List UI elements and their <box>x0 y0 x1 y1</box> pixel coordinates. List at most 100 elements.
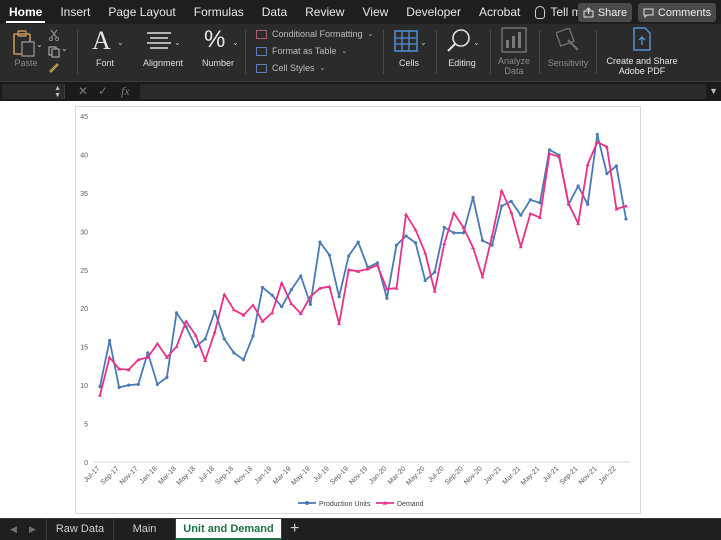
x-tick-label: Jan-21 <box>483 465 503 485</box>
data-point <box>155 382 159 386</box>
percent-icon: % <box>204 26 226 53</box>
legend-marker <box>305 501 309 505</box>
analyze-data-label: Analyze Data <box>494 56 534 76</box>
ribbon-divider <box>245 30 246 74</box>
cut-icon[interactable] <box>48 29 60 41</box>
data-point <box>414 241 418 245</box>
cell-styles-button[interactable]: Cell Styles ⌄ <box>256 63 325 73</box>
data-point <box>347 254 351 258</box>
comments-button[interactable]: Comments <box>638 3 716 22</box>
magnifier-icon <box>447 29 470 52</box>
copy-icon[interactable] <box>48 46 60 58</box>
tab-data[interactable]: Data <box>253 0 296 24</box>
data-point <box>509 199 513 203</box>
copy-chevron-icon[interactable]: ⌄ <box>61 44 68 53</box>
data-point <box>203 337 207 341</box>
editing-button[interactable]: Editing <box>442 24 482 81</box>
name-box[interactable]: ▲ ▼ <box>2 84 65 99</box>
format-painter-icon[interactable] <box>48 62 60 74</box>
data-point <box>499 188 504 193</box>
chevron-down-icon: ⌄ <box>341 48 348 55</box>
line-chart: 051015202530354045Jul-17Sep-17Nov-17 Jan-… <box>80 114 630 508</box>
tab-insert[interactable]: Insert <box>51 0 99 24</box>
sheet-tab-raw-data[interactable]: Raw Data <box>46 519 114 540</box>
worksheet: 0 5 10 15 20 25 30 35 40 45 Jul-17 Sep-17 Nov-17 Jan-… <box>0 101 721 518</box>
comments-label: Comments <box>657 6 712 19</box>
alignment-button[interactable]: Alignment <box>138 24 188 81</box>
data-point <box>547 148 552 152</box>
x-tick-label: May-18 <box>176 465 198 487</box>
cells-icon <box>394 30 418 52</box>
insert-function-icon[interactable]: fx <box>121 84 130 99</box>
conditional-formatting-button[interactable]: Conditional Formatting ⌄ <box>256 29 373 39</box>
tab-view[interactable]: View <box>353 0 397 24</box>
data-point <box>117 385 121 390</box>
data-point <box>222 337 226 341</box>
up-arrow-icon: ▲ <box>54 85 61 92</box>
y-tick-label: 10 <box>80 383 88 390</box>
data-point <box>423 278 427 283</box>
tab-home[interactable]: Home <box>0 0 51 24</box>
data-point <box>270 293 274 297</box>
sensitivity-icon <box>556 28 579 51</box>
x-tick-label: Mar-19 <box>272 465 293 486</box>
data-point <box>146 351 150 355</box>
formula-input[interactable] <box>140 84 706 99</box>
cells-chevron-icon[interactable]: ⌄ <box>420 38 427 47</box>
data-point <box>337 295 341 299</box>
tab-formulas[interactable]: Formulas <box>185 0 253 24</box>
data-point <box>165 375 169 380</box>
data-point <box>624 217 628 221</box>
data-point <box>452 231 456 235</box>
cancel-icon[interactable]: ✕ <box>78 84 88 98</box>
paste-chevron-icon[interactable]: ⌄ <box>36 40 43 49</box>
formula-bar: ▲ ▼ ✕ ✓ fx ▼ <box>0 81 721 101</box>
alignment-chevron-icon[interactable]: ⌄ <box>174 38 181 47</box>
create-adobe-pdf-button[interactable]: Create and Share Adobe PDF <box>603 24 681 81</box>
data-point <box>251 334 255 338</box>
cells-button[interactable]: Cells <box>390 24 428 81</box>
editing-chevron-icon[interactable]: ⌄ <box>473 38 480 47</box>
data-point <box>356 240 360 244</box>
number-chevron-icon[interactable]: ⌄ <box>232 38 239 47</box>
legend-label: Production Units <box>319 501 371 508</box>
y-tick-label: 5 <box>84 422 88 429</box>
tab-review[interactable]: Review <box>296 0 353 24</box>
paste-button[interactable]: Paste <box>6 24 46 81</box>
adobe-label: Create and Share Adobe PDF <box>603 56 681 76</box>
analyze-data-button[interactable]: Analyze Data <box>494 24 534 81</box>
conditional-formatting-label: Conditional Formatting <box>272 29 363 39</box>
data-point <box>404 212 409 216</box>
x-tick-label: Sep-18 <box>214 465 235 486</box>
expand-formula-bar-icon[interactable]: ▼ <box>709 86 718 96</box>
x-tick-label: Jan-18 <box>139 465 159 485</box>
sensitivity-button[interactable]: Sensitivity <box>545 24 591 81</box>
chart-container[interactable]: 0 5 10 15 20 25 30 35 40 45 Jul-17 Sep-17 Nov-17 Jan-… <box>75 106 641 514</box>
x-tick-label: Nov-20 <box>463 465 484 486</box>
lightbulb-icon <box>535 5 546 19</box>
scroll-right-icon[interactable]: ▶ <box>29 524 36 535</box>
font-chevron-icon[interactable]: ⌄ <box>117 38 124 47</box>
data-point <box>308 302 312 306</box>
data-point <box>433 270 437 274</box>
tab-page-layout[interactable]: Page Layout <box>99 0 184 24</box>
font-button[interactable]: A Font <box>82 24 128 81</box>
sheet-tab-unit-and-demand[interactable]: Unit and Demand <box>176 519 282 540</box>
scroll-left-icon[interactable]: ◀ <box>10 524 17 535</box>
data-point <box>270 310 275 315</box>
tab-developer[interactable]: Developer <box>397 0 470 24</box>
x-tick-label: Sep-20 <box>444 465 465 486</box>
share-button[interactable]: Share <box>578 3 632 22</box>
enter-icon[interactable]: ✓ <box>98 84 108 98</box>
format-as-table-button[interactable]: Format as Table ⌄ <box>256 46 347 56</box>
number-button[interactable]: % Number <box>196 24 240 81</box>
y-tick-label: 45 <box>80 114 88 121</box>
data-point <box>107 355 112 359</box>
cell-styles-icon <box>256 63 267 73</box>
x-tick-label: May-20 <box>405 465 427 487</box>
x-tick-label: Nov-18 <box>234 465 255 486</box>
add-sheet-button[interactable]: + <box>290 520 299 538</box>
tab-acrobat[interactable]: Acrobat <box>470 0 529 24</box>
sheet-tab-main[interactable]: Main <box>114 519 176 540</box>
data-point <box>518 244 523 249</box>
